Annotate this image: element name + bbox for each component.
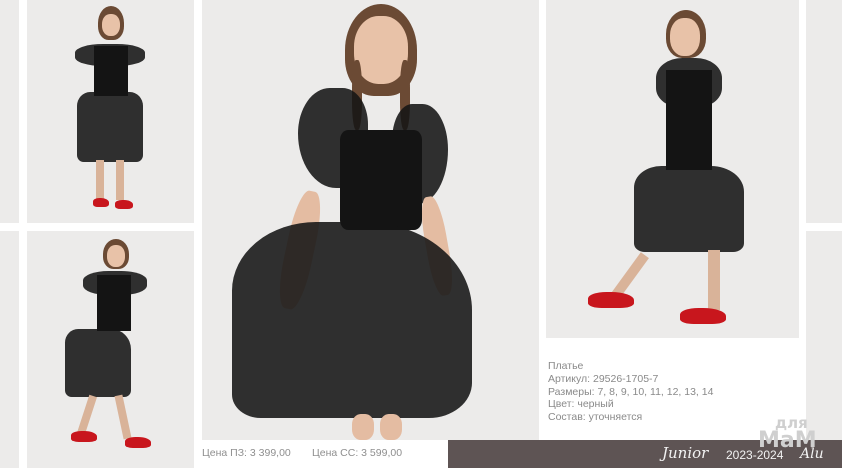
- photo-main-large: [202, 0, 539, 440]
- model-figure: [546, 0, 799, 338]
- product-color: Цвет: черный: [548, 398, 614, 411]
- photo-walking-small: [27, 231, 194, 468]
- photo-side-walking: [546, 0, 799, 338]
- price-ss: Цена СС: 3 599,00: [312, 447, 403, 459]
- price-pz: Цена ПЗ: 3 399,00: [202, 447, 291, 459]
- brand-name: Junior: [662, 444, 709, 462]
- photo-edge-left-bottom: [0, 231, 19, 468]
- photo-edge-left-top: [0, 0, 19, 223]
- product-info: Платье Артикул: 29526-1705-7 Размеры: 7,…: [548, 360, 713, 424]
- photo-edge-right-bottom: [806, 231, 842, 440]
- model-figure: [202, 0, 539, 440]
- photo-front-small: [27, 0, 194, 223]
- product-composition: Состав: уточняется: [548, 411, 643, 424]
- photo-edge-right-top: [806, 0, 842, 223]
- product-name: Платье: [548, 360, 584, 372]
- model-figure: [27, 231, 194, 468]
- product-article: Артикул: 29526-1705-7: [548, 372, 659, 385]
- watermark-bottom: МаМ: [758, 428, 817, 453]
- product-sizes: Размеры: 7, 8, 9, 10, 11, 12, 13, 14: [548, 385, 714, 398]
- model-figure: [27, 0, 194, 223]
